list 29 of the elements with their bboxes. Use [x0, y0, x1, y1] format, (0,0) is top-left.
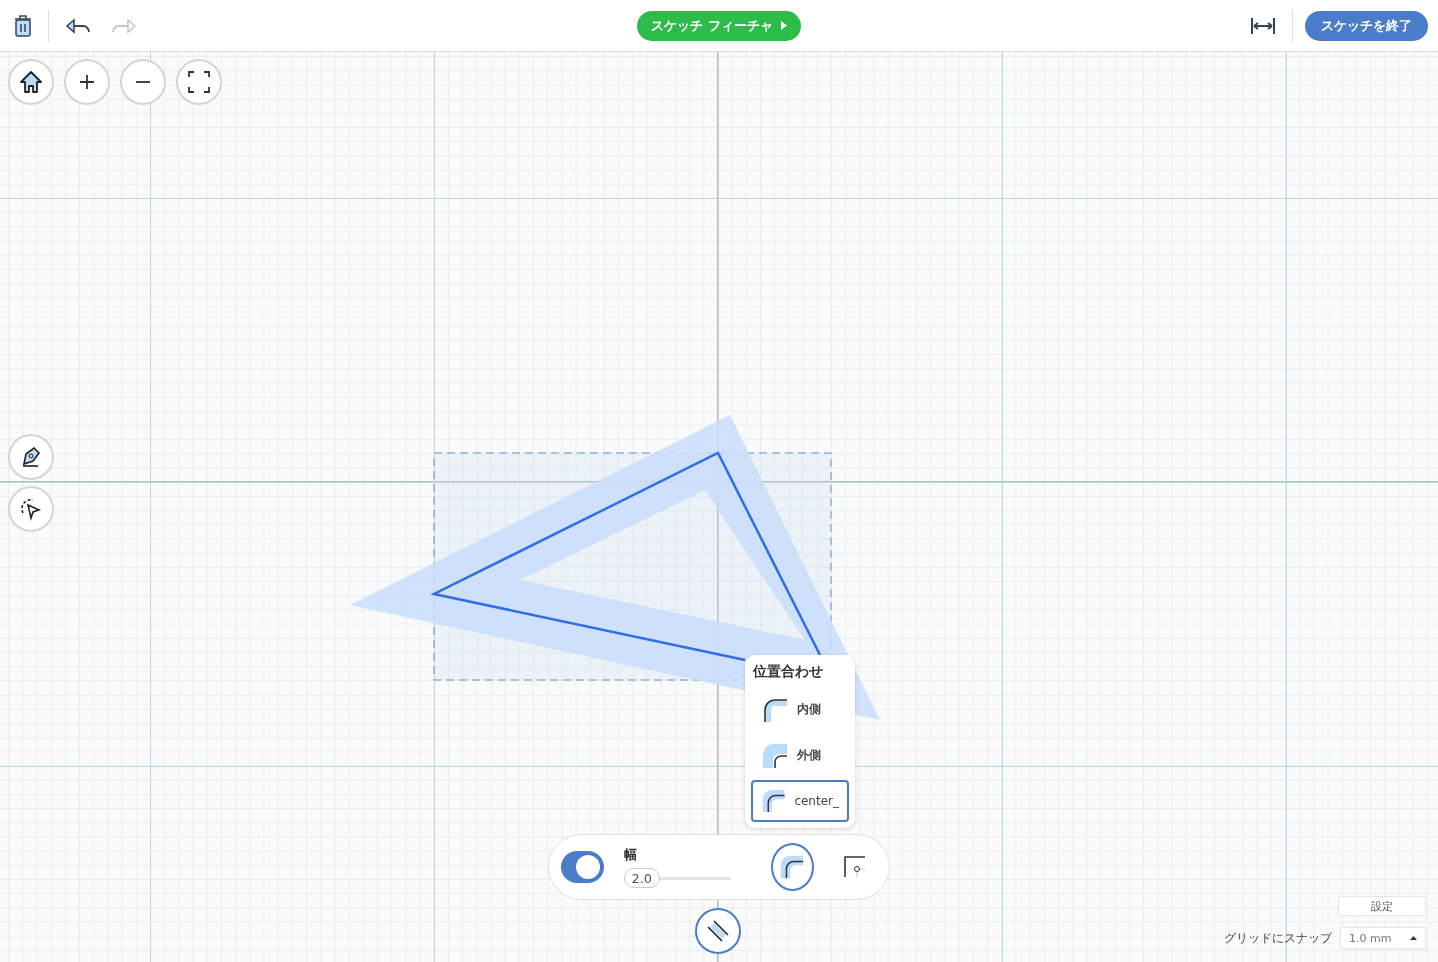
- sharp-corner-icon: [843, 855, 868, 879]
- width-label: 幅: [623, 846, 638, 864]
- cursor-icon: [19, 497, 43, 521]
- outer-corner-icon: [761, 741, 789, 770]
- round-corner-button[interactable]: [770, 843, 814, 891]
- home-button[interactable]: [8, 59, 54, 105]
- snap-label: グリッドにスナップ: [1224, 929, 1332, 947]
- caret-icon: [1410, 936, 1417, 940]
- pen-tool-button[interactable]: [8, 434, 54, 480]
- plus-icon: [79, 74, 95, 90]
- snap-select[interactable]: 1.0 mm: [1340, 927, 1426, 949]
- home-icon: [19, 70, 43, 94]
- minus-icon: [135, 80, 151, 84]
- zoom-in-button[interactable]: [64, 59, 110, 105]
- fit-button[interactable]: [176, 59, 222, 105]
- toggle-switch[interactable]: [561, 851, 604, 883]
- settings-button[interactable]: 設定: [1338, 896, 1426, 916]
- round-corner-icon: [779, 854, 806, 880]
- finish-sketch-button[interactable]: スケッチを終了: [1305, 10, 1428, 41]
- popup-title: 位置合わせ: [752, 662, 824, 681]
- fullscreen-icon: [188, 71, 210, 93]
- select-tool-button[interactable]: [8, 486, 54, 532]
- slider-thumb[interactable]: 2.0: [623, 868, 660, 888]
- width-slider[interactable]: 2.0: [623, 868, 731, 888]
- sketch-canvas[interactable]: 位置合わせ 内側 外側 center_ 幅 2.0 設定 グリッドにスナップ 1.0 mm: [0, 52, 1438, 962]
- alignment-option[interactable]: center_: [751, 780, 849, 822]
- caret-icon: [780, 21, 787, 30]
- parallel-lines-button[interactable]: [695, 908, 741, 954]
- pen-icon: [20, 446, 42, 468]
